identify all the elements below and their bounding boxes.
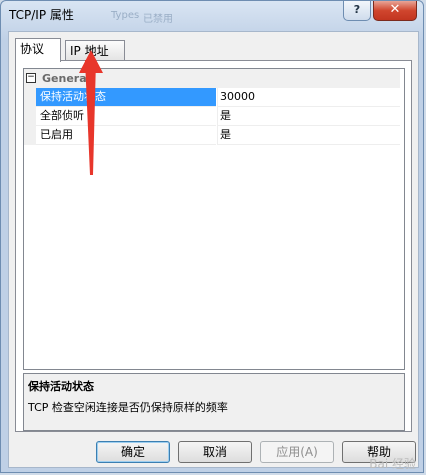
title-ghost-text: Types (111, 10, 140, 21)
tab-ip-address[interactable]: IP 地址 (65, 40, 125, 61)
tab-panel-protocol: − General 保持活动状态 30000 全部侦听 是 已启用 是 保持活动… (15, 60, 412, 432)
title-ghost-text-2: 已禁用 (143, 14, 173, 25)
description-title: 保持活动状态 (28, 380, 94, 393)
description-text: TCP 检查空闲连接是否仍保持原样的频率 (28, 401, 228, 414)
collapse-icon[interactable]: − (26, 73, 36, 83)
property-row-keepalive[interactable]: 保持活动状态 30000 (24, 88, 400, 107)
property-name[interactable]: 保持活动状态 (36, 88, 216, 107)
row-gutter (24, 88, 36, 107)
watermark: Bai 经验 (369, 457, 416, 471)
property-value[interactable]: 是 (217, 107, 400, 126)
description-panel: 保持活动状态 TCP 检查空闲连接是否仍保持原样的频率 (23, 373, 405, 431)
category-label: General (42, 72, 91, 85)
close-button[interactable]: ✕ (373, 1, 417, 21)
property-grid: − General 保持活动状态 30000 全部侦听 是 已启用 是 (23, 68, 405, 370)
apply-button[interactable]: 应用(A) (260, 441, 334, 463)
row-gutter (24, 107, 36, 126)
close-icon: ✕ (389, 2, 401, 17)
cancel-button[interactable]: 取消 (178, 441, 252, 463)
property-row-enabled[interactable]: 已启用 是 (24, 126, 400, 145)
ok-button[interactable]: 确定 (96, 441, 170, 463)
tab-protocol[interactable]: 协议 (15, 38, 61, 62)
property-value[interactable]: 30000 (217, 88, 400, 107)
category-row-general[interactable]: − General (24, 69, 400, 88)
property-value[interactable]: 是 (217, 126, 400, 145)
dialog-client: 协议 IP 地址 − General 保持活动状态 30000 全部侦听 是 已… (8, 31, 419, 468)
property-name[interactable]: 已启用 (36, 126, 216, 145)
window-title: TCP/IP 属性 (9, 8, 74, 22)
property-row-listen-all[interactable]: 全部侦听 是 (24, 107, 400, 126)
property-name[interactable]: 全部侦听 (36, 107, 216, 126)
help-title-button[interactable]: ? (343, 1, 371, 21)
dialog-window: TCP/IP 属性 Types 已禁用 ? ✕ 协议 IP 地址 − Gener… (0, 0, 424, 473)
row-gutter (24, 126, 36, 145)
